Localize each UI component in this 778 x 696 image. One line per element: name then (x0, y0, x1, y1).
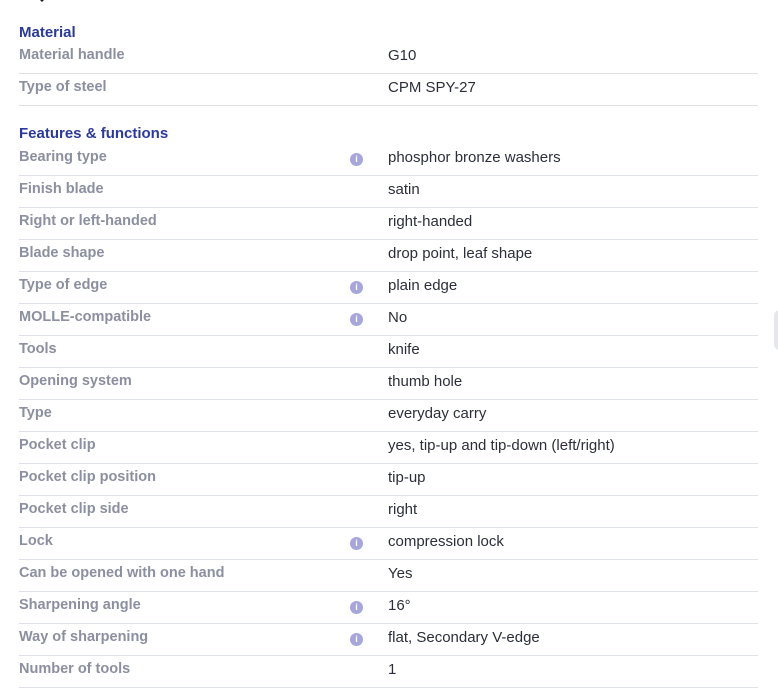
spec-row-material-handle: Material handle G10 (19, 42, 758, 74)
spec-label: Bearing type (19, 149, 107, 165)
spec-value: right-handed (388, 213, 473, 230)
spec-value: yes, tip-up and tip-down (left/right) (388, 437, 615, 454)
spec-label: Pocket clip position (19, 469, 156, 485)
spec-label: Number of tools (19, 661, 131, 677)
spec-row-type-of-steel: Type of steel CPM SPY-27 (19, 74, 758, 106)
spec-row-blade-shape: Blade shape drop point, leaf shape (19, 240, 758, 272)
spec-label: Tools (19, 341, 57, 357)
spec-value: drop point, leaf shape (388, 245, 533, 262)
spec-row-molle-compatible: MOLLE-compatible i No (19, 304, 758, 336)
spec-label: Lock (19, 533, 53, 549)
spec-label: Pocket clip (19, 437, 96, 453)
spec-label: Way of sharpening (19, 629, 149, 645)
spec-label: Type (19, 405, 52, 421)
spec-row-tools: Tools knife (19, 336, 758, 368)
section-title-material: Material (19, 24, 76, 41)
spec-value: Yes (388, 565, 413, 582)
spec-value: No (388, 309, 408, 326)
spec-value: CPM SPY-27 (388, 79, 476, 96)
section-title-features: Features & functions (19, 125, 169, 142)
spec-label: Can be opened with one hand (19, 565, 225, 581)
spec-row-type-of-edge: Type of edge i plain edge (19, 272, 758, 304)
spec-row-bearing-type: Bearing type i phosphor bronze washers (19, 144, 758, 176)
info-icon[interactable]: i (350, 537, 363, 550)
spec-value: knife (388, 341, 420, 358)
spec-row-pocket-clip-side: Pocket clip side right (19, 496, 758, 528)
spec-row-one-hand-opening: Can be opened with one hand Yes (19, 560, 758, 592)
spec-value: right (388, 501, 418, 518)
partial-icon (40, 0, 44, 2)
spec-row-opening-system: Opening system thumb hole (19, 368, 758, 400)
spec-value: G10 (388, 47, 417, 64)
spec-label: Type of edge (19, 277, 108, 293)
spec-row-pocket-clip-position: Pocket clip position tip-up (19, 464, 758, 496)
spec-value: everyday carry (388, 405, 487, 422)
info-icon[interactable]: i (350, 633, 363, 646)
info-icon[interactable]: i (350, 153, 363, 166)
spec-value: phosphor bronze washers (388, 149, 561, 166)
spec-label: Material handle (19, 47, 125, 63)
spec-row-number-of-tools: Number of tools 1 (19, 656, 758, 688)
spec-label: Opening system (19, 373, 132, 389)
spec-label: Sharpening angle (19, 597, 141, 613)
spec-row-way-of-sharpening: Way of sharpening i flat, Secondary V-ed… (19, 624, 758, 656)
spec-label: Blade shape (19, 245, 105, 261)
spec-value: plain edge (388, 277, 458, 294)
info-icon[interactable]: i (350, 601, 363, 614)
spec-row-sharpening-angle: Sharpening angle i 16° (19, 592, 758, 624)
spec-label: Right or left-handed (19, 213, 157, 229)
spec-row-type: Type everyday carry (19, 400, 758, 432)
info-icon[interactable]: i (350, 313, 363, 326)
spec-label: Type of steel (19, 79, 107, 95)
spec-label: Finish blade (19, 181, 104, 197)
spec-value: 1 (388, 661, 397, 678)
spec-label: MOLLE-compatible (19, 309, 152, 325)
info-icon[interactable]: i (350, 281, 363, 294)
spec-row-finish-blade: Finish blade satin (19, 176, 758, 208)
spec-value: compression lock (388, 533, 504, 550)
spec-row-handedness: Right or left-handed right-handed (19, 208, 758, 240)
spec-value: satin (388, 181, 420, 198)
spec-row-pocket-clip: Pocket clip yes, tip-up and tip-down (le… (19, 432, 758, 464)
spec-value: flat, Secondary V-edge (388, 629, 540, 646)
spec-value: 16° (388, 597, 411, 614)
spec-value: tip-up (388, 469, 426, 486)
spec-row-lock: Lock i compression lock (19, 528, 758, 560)
spec-value: thumb hole (388, 373, 463, 390)
side-drawer-handle[interactable] (774, 310, 778, 350)
spec-label: Pocket clip side (19, 501, 129, 517)
